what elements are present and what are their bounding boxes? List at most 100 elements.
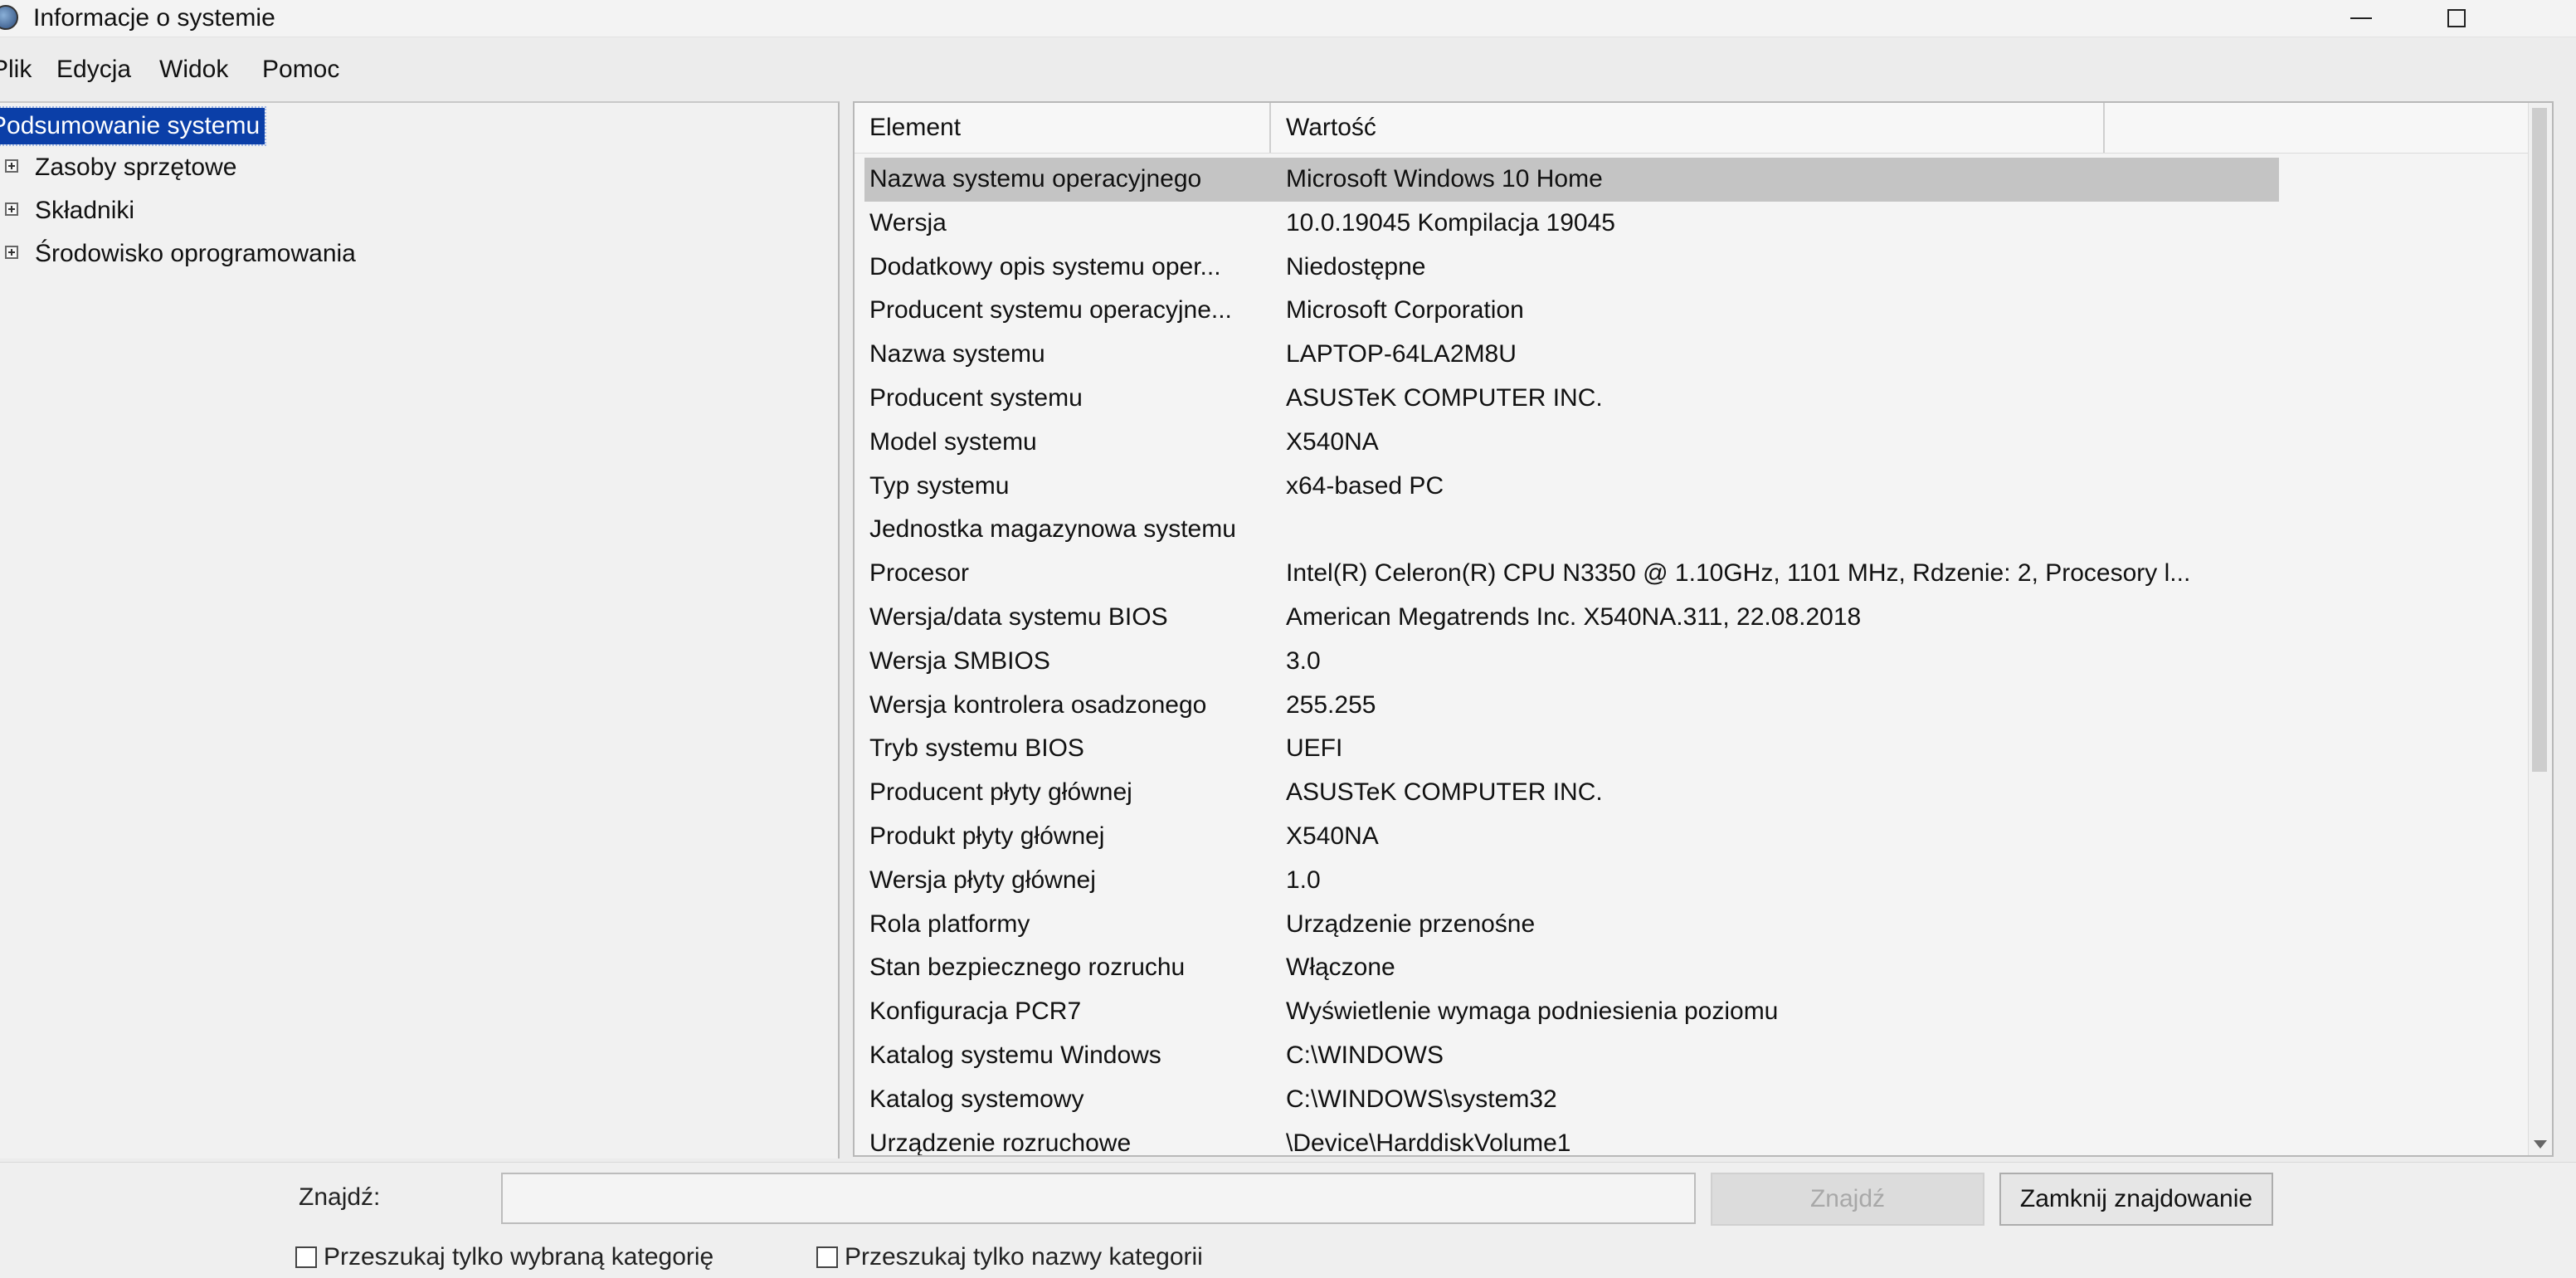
table-row[interactable]: Wersja/data systemu BIOS American Megatre… [855, 596, 2552, 640]
table-row[interactable]: Produkt płyty głównej X540NA [855, 815, 2552, 859]
table-row[interactable]: Wersja 10.0.19045 Kompilacja 19045 [855, 202, 2552, 246]
row-element-name: Wersja SMBIOS [869, 646, 1050, 675]
close-find-button[interactable]: Zamknij znajdowanie [1999, 1173, 2273, 1226]
maximize-icon [2447, 9, 2466, 27]
row-value: C:\WINDOWS [1286, 1041, 1444, 1069]
row-element-name: Rola platformy [869, 910, 1030, 938]
details-list[interactable]: Element Wartość Nazwa systemu operacyjne… [853, 101, 2554, 1157]
table-row[interactable]: Konfiguracja PCR7 Wyświetlenie wymaga pod… [855, 990, 2552, 1034]
table-row[interactable]: Typ systemu x64-based PC [855, 465, 2552, 509]
table-row[interactable]: Urządzenie rozruchowe \Device\HarddiskVol… [855, 1122, 2552, 1157]
column-divider[interactable] [2103, 103, 2105, 153]
table-row[interactable]: Producent systemu operacyjne... Microsoft… [855, 289, 2552, 333]
table-row[interactable]: Wersja kontrolera osadzonego 255.255 [855, 684, 2552, 728]
checkbox-label: Przeszukaj tylko wybraną kategorię [324, 1243, 714, 1271]
row-value: ASUSTeK COMPUTER INC. [1286, 778, 1603, 807]
scrollbar-thumb[interactable] [2532, 108, 2547, 772]
row-value: X540NA [1286, 427, 1379, 456]
column-header-value[interactable]: Wartość [1286, 103, 1376, 153]
table-row[interactable]: Stan bezpiecznego rozruchu Włączone [855, 946, 2552, 990]
row-element-name: Producent systemu operacyjne... [869, 296, 1232, 324]
table-row[interactable]: Jednostka magazynowa systemu [855, 508, 2552, 552]
list-rows: Nazwa systemu operacyjnego Microsoft Wind… [855, 158, 2552, 1157]
table-row[interactable]: Producent płyty głównej ASUSTeK COMPUTER … [855, 771, 2552, 815]
search-category-names-option[interactable]: Przeszukaj tylko nazwy kategorii [816, 1239, 1203, 1276]
title-bar: Informacje o systemie [0, 0, 2576, 37]
table-row[interactable]: Rola platformy Urządzenie przenośne [855, 903, 2552, 947]
tree-item-software-environment[interactable]: Środowisko oprogramowania [35, 236, 356, 272]
find-bar: Znajdź: Znajdź Zamknij znajdowanie Przes… [0, 1162, 2576, 1278]
maximize-button[interactable] [2418, 0, 2495, 37]
tree-item-hardware-resources[interactable]: Zasoby sprzętowe [35, 149, 236, 186]
table-row[interactable]: Tryb systemu BIOS UEFI [855, 727, 2552, 771]
minimize-icon [2350, 17, 2372, 19]
row-value: 3.0 [1286, 646, 1321, 675]
row-value: x64-based PC [1286, 471, 1444, 500]
row-element-name: Wersja [869, 208, 947, 237]
table-row[interactable]: Dodatkowy opis systemu oper... Niedostępn… [855, 246, 2552, 290]
row-element-name: Wersja/data systemu BIOS [869, 602, 1168, 631]
table-row[interactable]: Procesor Intel(R) Celeron(R) CPU N3350 @ … [855, 552, 2552, 596]
tree-item-system-summary[interactable]: Podsumowanie systemu [0, 106, 267, 146]
expand-icon[interactable] [5, 159, 18, 173]
find-button[interactable]: Znajdź [1711, 1173, 1984, 1226]
row-element-name: Model systemu [869, 427, 1037, 456]
expand-icon[interactable] [5, 246, 18, 259]
menu-help[interactable]: Pomoc [262, 50, 339, 90]
row-element-name: Nazwa systemu [869, 340, 1045, 368]
row-value: Microsoft Windows 10 Home [1286, 165, 1603, 193]
row-value: 1.0 [1286, 866, 1321, 894]
tree-item-components[interactable]: Składniki [35, 193, 134, 229]
table-row[interactable]: Wersja SMBIOS 3.0 [855, 640, 2552, 684]
row-element-name: Wersja kontrolera osadzonego [869, 690, 1207, 719]
list-header: Element Wartość [855, 103, 2552, 154]
row-element-name: Wersja płyty głównej [869, 866, 1096, 894]
row-value: UEFI [1286, 734, 1343, 763]
row-value: Niedostępne [1286, 252, 1426, 280]
find-input[interactable] [501, 1173, 1696, 1224]
row-value: Intel(R) Celeron(R) CPU N3350 @ 1.10GHz,… [1286, 559, 2191, 588]
system-info-app-icon [0, 5, 18, 30]
table-row[interactable]: Katalog systemowy C:\WINDOWS\system32 [855, 1078, 2552, 1122]
table-row[interactable]: Nazwa systemu LAPTOP-64LA2M8U [855, 333, 2552, 377]
row-element-name: Tryb systemu BIOS [869, 734, 1084, 763]
table-row[interactable]: Nazwa systemu operacyjnego Microsoft Wind… [864, 158, 2279, 202]
row-value: LAPTOP-64LA2M8U [1286, 340, 1517, 368]
find-label: Znajdź: [299, 1183, 381, 1211]
search-selected-category-option[interactable]: Przeszukaj tylko wybraną kategorię [295, 1239, 713, 1276]
checkbox[interactable] [816, 1246, 838, 1268]
table-row[interactable]: Producent systemu ASUSTeK COMPUTER INC. [855, 377, 2552, 421]
row-element-name: Procesor [869, 559, 970, 588]
menu-view[interactable]: Widok [159, 50, 228, 90]
table-row[interactable]: Katalog systemu Windows C:\WINDOWS [855, 1034, 2552, 1078]
menu-edit[interactable]: Edycja [56, 50, 131, 90]
menu-bar: Plik Edycja Widok Pomoc [0, 50, 2576, 90]
row-value: 255.255 [1286, 690, 1376, 719]
row-element-name: Nazwa systemu operacyjnego [869, 165, 1202, 193]
expand-icon[interactable] [5, 202, 18, 216]
row-element-name: Producent płyty głównej [869, 778, 1132, 807]
row-value: Urządzenie przenośne [1286, 910, 1536, 938]
row-value: Microsoft Corporation [1286, 296, 1524, 324]
checkbox[interactable] [295, 1246, 317, 1268]
row-element-name: Konfiguracja PCR7 [869, 998, 1082, 1026]
scroll-down-icon[interactable] [2534, 1140, 2547, 1149]
row-element-name: Typ systemu [869, 471, 1010, 500]
row-element-name: Dodatkowy opis systemu oper... [869, 252, 1221, 280]
row-element-name: Producent systemu [869, 383, 1083, 412]
table-row[interactable]: Wersja płyty głównej 1.0 [855, 859, 2552, 903]
column-header-element[interactable]: Element [869, 103, 961, 153]
column-divider[interactable] [1269, 103, 1271, 153]
table-row[interactable]: Model systemu X540NA [855, 421, 2552, 465]
row-element-name: Urządzenie rozruchowe [869, 1129, 1132, 1157]
checkbox-label: Przeszukaj tylko nazwy kategorii [845, 1243, 1203, 1271]
row-value: American Megatrends Inc. X540NA.311, 22.… [1286, 602, 1862, 631]
row-element-name: Katalog systemowy [869, 1085, 1084, 1113]
category-tree[interactable]: Podsumowanie systemu Zasoby sprzętowe Sk… [0, 101, 840, 1158]
vertical-scrollbar[interactable] [2528, 103, 2552, 1155]
menu-file[interactable]: Plik [0, 50, 32, 90]
row-element-name: Katalog systemu Windows [869, 1041, 1161, 1069]
minimize-button[interactable] [2323, 0, 2399, 37]
window-title: Informacje o systemie [33, 4, 275, 32]
row-value: Wyświetlenie wymaga podniesienia poziomu [1286, 998, 1779, 1026]
